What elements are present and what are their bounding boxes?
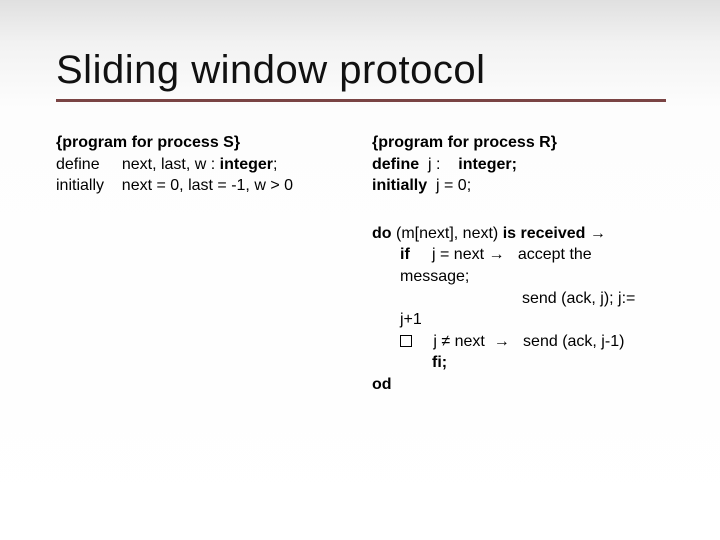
process-s-block: {program for process S} define next, las… — [56, 132, 348, 197]
do-is-received: is received — [503, 225, 586, 242]
initially-values-r: j = 0; — [436, 177, 471, 194]
define-keyword: define — [56, 156, 100, 173]
alt-box-icon — [400, 335, 412, 347]
jplus-line: j+1 — [372, 309, 664, 331]
content-columns: {program for process S} define next, las… — [56, 132, 664, 422]
initially-keyword: initially — [56, 177, 104, 194]
process-r-initially: initially j = 0; — [372, 175, 664, 197]
right-column: {program for process R} define j : integ… — [372, 132, 664, 422]
define-keyword-r: define — [372, 156, 419, 173]
send-ack: send (ack, j); j:= — [522, 290, 635, 307]
accept-the: the — [569, 246, 591, 263]
initially-values: next = 0, last = -1, w > 0 — [122, 177, 293, 194]
message-line: message; — [372, 266, 664, 288]
define-vars-r: j : — [428, 156, 440, 173]
alt-cond: j ≠ next — [433, 333, 484, 350]
if-cond: j = next — [432, 246, 484, 263]
process-r-body: do (m[next], next) is received → if j = … — [372, 223, 664, 396]
left-column: {program for process S} define next, las… — [56, 132, 348, 422]
do-line: do (m[next], next) is received → — [372, 223, 664, 245]
message-text: message; — [400, 268, 469, 285]
do-keyword: do — [372, 225, 392, 242]
alt-line: j ≠ next → send (ack, j-1) — [372, 331, 664, 353]
alt-action: send (ack, j-1) — [523, 333, 624, 350]
if-keyword: if — [400, 246, 410, 263]
od-line: od — [372, 374, 664, 396]
slide-title: Sliding window protocol — [56, 48, 664, 93]
slide: Sliding window protocol {program for pro… — [0, 0, 720, 540]
if-arrow: → — [489, 246, 505, 263]
jplus: j+1 — [400, 311, 422, 328]
define-semi: ; — [273, 156, 277, 173]
define-vars: next, last, w : — [122, 156, 220, 173]
accept-word: accept — [518, 246, 570, 263]
fi-keyword: fi; — [432, 354, 447, 371]
process-s-initially: initially next = 0, last = -1, w > 0 — [56, 175, 348, 197]
title-underline — [56, 99, 666, 102]
process-s-define: define next, last, w : integer; — [56, 154, 348, 176]
if-line: if j = next → accept the — [372, 244, 664, 266]
do-receive-pre: (m[next], next) — [396, 225, 503, 242]
process-r-define: define j : integer; — [372, 154, 664, 176]
fi-line: fi; — [372, 352, 664, 374]
define-type: integer — [220, 156, 273, 173]
process-s-header: {program for process S} — [56, 132, 348, 154]
process-r-header: {program for process R} — [372, 132, 664, 154]
od-keyword: od — [372, 376, 392, 393]
define-type-r: integer; — [458, 156, 517, 173]
send-line: send (ack, j); j:= — [372, 288, 664, 310]
do-arrow: → — [590, 225, 606, 242]
initially-keyword-r: initially — [372, 177, 427, 194]
process-r-header-block: {program for process R} define j : integ… — [372, 132, 664, 197]
alt-arrow: → — [494, 333, 510, 350]
